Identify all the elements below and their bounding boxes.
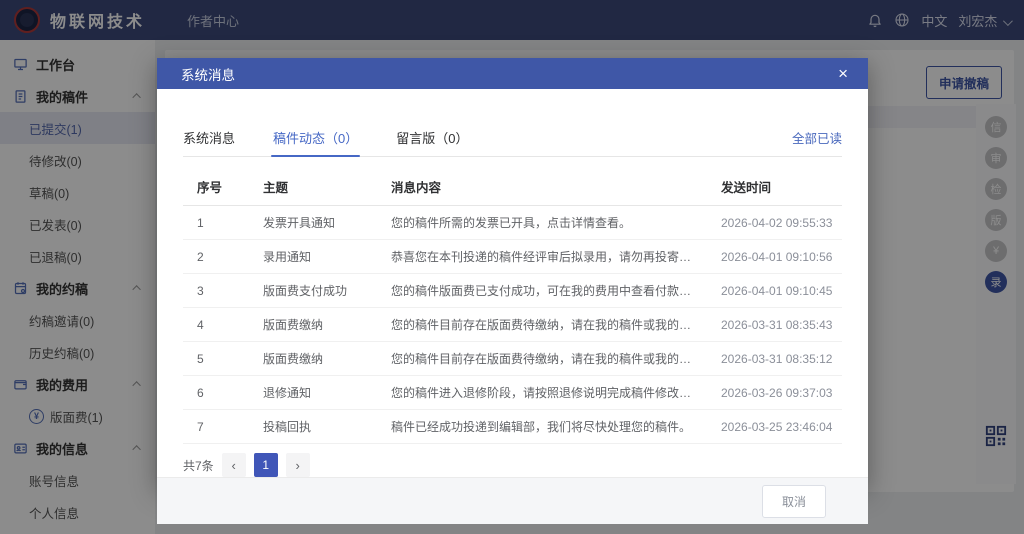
col-subject: 主题 <box>249 168 377 206</box>
cell-time: 2026-04-01 09:10:45 <box>707 274 842 308</box>
cell-subject: 录用通知 <box>249 240 377 274</box>
cell-index: 1 <box>183 206 249 240</box>
table-row[interactable]: 6 退修通知 您的稿件进入退修阶段，请按照退修说明完成稿件修改，点击详情查看。 … <box>183 376 842 410</box>
message-tabs: 系统消息 稿件动态（0） 留言版（0） 全部已读 <box>183 129 842 157</box>
cell-subject: 版面费缴纳 <box>249 342 377 376</box>
cell-content: 稿件已经成功投递到编辑部，我们将尽快处理您的稿件。 <box>377 410 707 444</box>
modal-body: 系统消息 稿件动态（0） 留言版（0） 全部已读 序号 主题 消息内容 发送时间 <box>157 89 868 477</box>
close-icon[interactable]: × <box>838 65 848 82</box>
page: 物联网技术 作者中心 中文 刘宏杰 工作台 我的稿件 已提 <box>0 0 1024 534</box>
table-row[interactable]: 3 版面费支付成功 您的稿件版面费已支付成功，可在我的费用中查看付款详情和发票信… <box>183 274 842 308</box>
mark-all-read-link[interactable]: 全部已读 <box>792 128 842 156</box>
prev-page-button[interactable]: ‹ <box>222 453 246 477</box>
table-header-row: 序号 主题 消息内容 发送时间 <box>183 168 842 206</box>
pagination: 共7条 ‹ 1 › <box>183 453 842 477</box>
tab-manuscript-updates[interactable]: 稿件动态（0） <box>273 128 358 156</box>
cell-time: 2026-04-01 09:10:56 <box>707 240 842 274</box>
messages-table: 序号 主题 消息内容 发送时间 1 发票开具通知 您的稿件所需的发票已开具，点击… <box>183 168 842 444</box>
system-messages-modal: 系统消息 × 系统消息 稿件动态（0） 留言版（0） 全部已读 序号 主题 消息… <box>157 58 868 487</box>
table-row[interactable]: 7 投稿回执 稿件已经成功投递到编辑部，我们将尽快处理您的稿件。 2026-03… <box>183 410 842 444</box>
cell-index: 6 <box>183 376 249 410</box>
cell-time: 2026-03-25 23:46:04 <box>707 410 842 444</box>
cell-index: 5 <box>183 342 249 376</box>
cell-time: 2026-04-02 09:55:33 <box>707 206 842 240</box>
table-row[interactable]: 5 版面费缴纳 您的稿件目前存在版面费待缴纳，请在我的稿件或我的费用中尽快完成支… <box>183 342 842 376</box>
table-row[interactable]: 1 发票开具通知 您的稿件所需的发票已开具，点击详情查看。 2026-04-02… <box>183 206 842 240</box>
current-page[interactable]: 1 <box>254 453 278 477</box>
cell-index: 3 <box>183 274 249 308</box>
col-index: 序号 <box>183 168 249 206</box>
table-row[interactable]: 2 录用通知 恭喜您在本刊投递的稿件经评审后拟录用，请勿再投寄其他期刊，点击详情… <box>183 240 842 274</box>
col-send-time: 发送时间 <box>707 168 842 206</box>
cell-time: 2026-03-31 08:35:43 <box>707 308 842 342</box>
cell-time: 2026-03-26 09:37:03 <box>707 376 842 410</box>
cell-subject: 版面费缴纳 <box>249 308 377 342</box>
cell-content: 您的稿件目前存在版面费待缴纳，请在我的稿件或我的费用中尽快完成支付，点… <box>377 308 707 342</box>
modal-header: 系统消息 × <box>157 58 868 89</box>
next-page-button[interactable]: › <box>286 453 310 477</box>
modal-title: 系统消息 <box>181 64 235 84</box>
cell-content: 您的稿件目前存在版面费待缴纳，请在我的稿件或我的费用中尽快完成支付，点… <box>377 342 707 376</box>
cell-content: 您的稿件进入退修阶段，请按照退修说明完成稿件修改，点击详情查看。 <box>377 376 707 410</box>
col-content: 消息内容 <box>377 168 707 206</box>
cell-index: 4 <box>183 308 249 342</box>
table-row[interactable]: 4 版面费缴纳 您的稿件目前存在版面费待缴纳，请在我的稿件或我的费用中尽快完成支… <box>183 308 842 342</box>
modal-footer: 取消 <box>157 477 868 524</box>
tab-message-board[interactable]: 留言版（0） <box>396 128 468 156</box>
cell-content: 您的稿件版面费已支付成功，可在我的费用中查看付款详情和发票信息。 <box>377 274 707 308</box>
pagination-total: 共7条 <box>183 457 214 474</box>
cell-subject: 版面费支付成功 <box>249 274 377 308</box>
cell-time: 2026-03-31 08:35:12 <box>707 342 842 376</box>
cell-content: 您的稿件所需的发票已开具，点击详情查看。 <box>377 206 707 240</box>
cell-index: 2 <box>183 240 249 274</box>
cell-subject: 投稿回执 <box>249 410 377 444</box>
cancel-button[interactable]: 取消 <box>762 485 826 518</box>
cell-subject: 发票开具通知 <box>249 206 377 240</box>
tab-system-messages[interactable]: 系统消息 <box>183 128 235 156</box>
cell-index: 7 <box>183 410 249 444</box>
cell-subject: 退修通知 <box>249 376 377 410</box>
cell-content: 恭喜您在本刊投递的稿件经评审后拟录用，请勿再投寄其他期刊，点击详情查看。 <box>377 240 707 274</box>
